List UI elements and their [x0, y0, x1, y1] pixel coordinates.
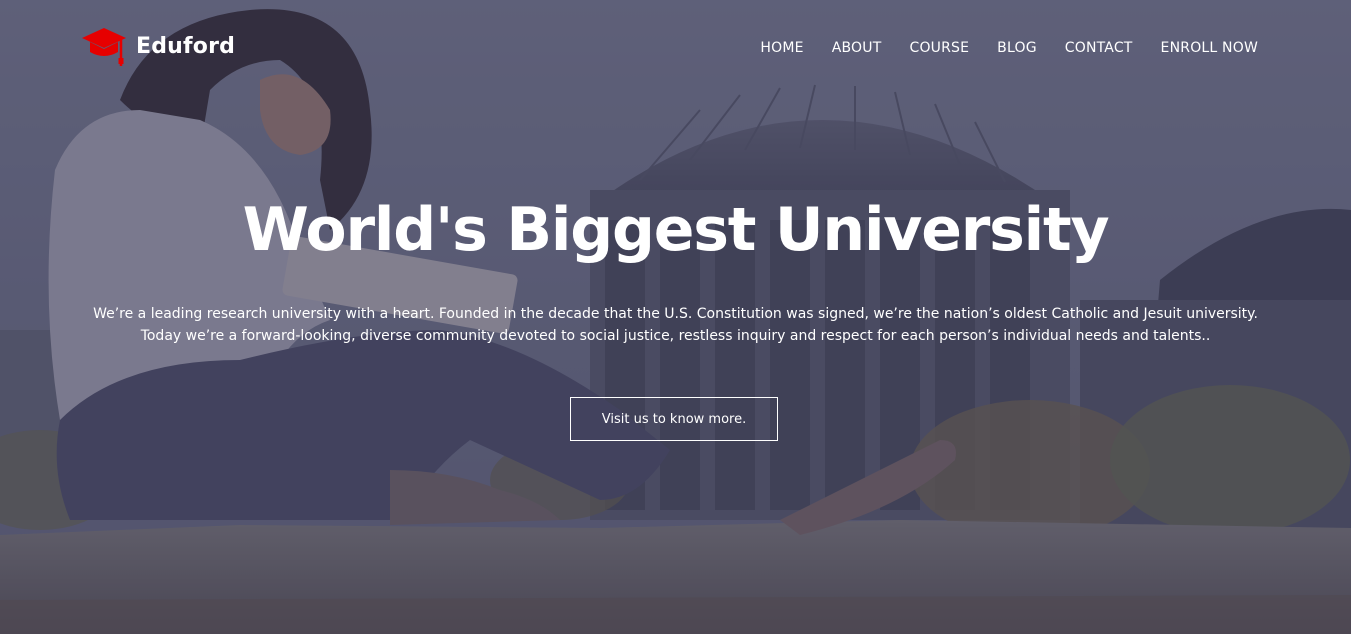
nav-item-blog[interactable]: BLOG [997, 40, 1037, 56]
graduation-cap-icon [82, 28, 126, 66]
nav-item-about[interactable]: ABOUT [832, 40, 882, 56]
hero-description: We’re a leading research university with… [70, 303, 1281, 347]
hero-description-line-1: We’re a leading research university with… [93, 306, 1258, 322]
hero-description-line-2: Today we’re a forward-looking, diverse c… [140, 328, 1211, 344]
brand-name: Eduford [136, 33, 236, 59]
visit-us-button[interactable]: Visit us to know more. [570, 397, 778, 441]
main-nav: HOME ABOUT COURSE BLOG CONTACT ENROLL NO… [760, 40, 1258, 56]
hero-headline: World's Biggest University [242, 195, 1110, 265]
nav-item-contact[interactable]: CONTACT [1065, 40, 1133, 56]
brand-logo[interactable]: Eduford [80, 24, 235, 68]
hero-section: Eduford HOME ABOUT COURSE BLOG CONTACT E… [0, 0, 1351, 634]
nav-item-enroll-now[interactable]: ENROLL NOW [1161, 40, 1258, 56]
nav-item-home[interactable]: HOME [760, 40, 803, 56]
nav-item-course[interactable]: COURSE [909, 40, 969, 56]
